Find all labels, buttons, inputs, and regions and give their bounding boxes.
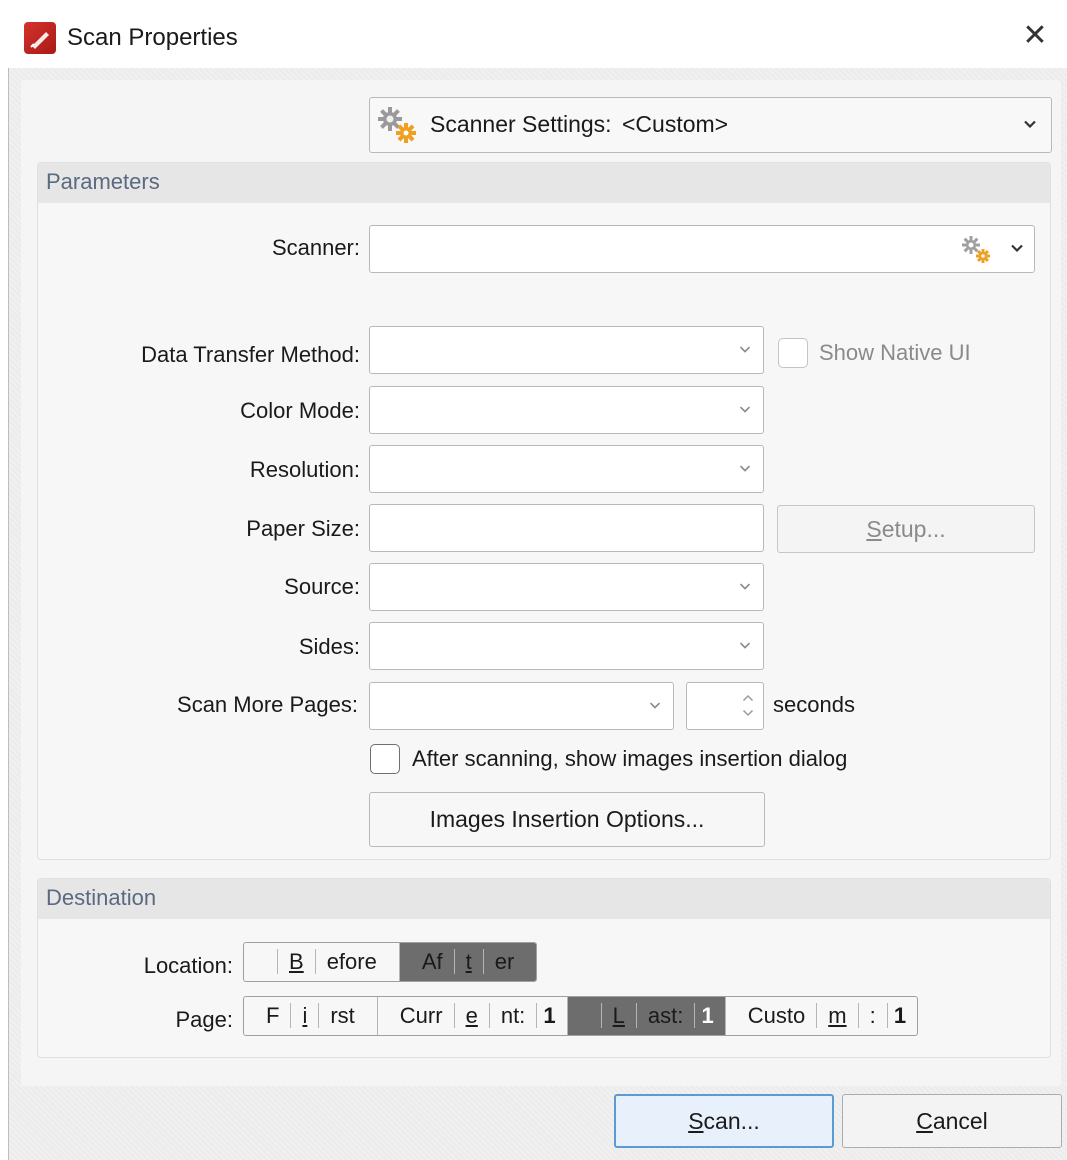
- scanner-label: Scanner:: [271, 235, 360, 260]
- chevron-down-icon: [739, 465, 751, 473]
- chevron-down-icon: [1023, 120, 1037, 130]
- page-last-option[interactable]: Last: 1: [567, 997, 726, 1035]
- scanner-dropdown[interactable]: [369, 225, 1035, 273]
- gears-icon: [376, 105, 422, 152]
- location-before-option[interactable]: Before: [244, 943, 400, 981]
- setup-button[interactable]: Setup...: [777, 505, 1035, 553]
- title-bar: Scan Properties ✕: [0, 0, 1067, 68]
- gears-icon: [960, 234, 994, 271]
- scanner-settings-label: Scanner Settings:: [430, 111, 612, 137]
- scan-more-pages-dropdown[interactable]: [369, 682, 674, 730]
- scan-button[interactable]: Scan...: [614, 1094, 834, 1148]
- chevron-down-icon: [649, 702, 661, 710]
- sides-label: Sides:: [298, 634, 360, 659]
- paper-size-field[interactable]: [369, 504, 764, 552]
- page-first-option[interactable]: Fi rst: [244, 997, 378, 1035]
- parameters-title: Parameters: [46, 169, 160, 194]
- window-title: Scan Properties: [67, 24, 238, 51]
- color-mode-dropdown[interactable]: [369, 386, 764, 434]
- chevron-down-icon: [739, 406, 751, 414]
- destination-title: Destination: [46, 885, 157, 910]
- chevron-down-icon: [739, 642, 751, 650]
- sides-dropdown[interactable]: [369, 622, 764, 670]
- show-native-ui-checkbox[interactable]: [778, 338, 808, 368]
- location-segmented-control: Before Af t er: [243, 942, 538, 982]
- spin-down-icon[interactable]: [742, 704, 754, 722]
- scanner-settings-value: <Custom>: [622, 111, 729, 137]
- after-scanning-label: After scanning, show images insertion di…: [412, 746, 848, 771]
- after-scanning-checkbox[interactable]: [370, 744, 400, 774]
- show-native-ui-label: Show Native UI: [819, 340, 971, 365]
- destination-header: Destination: [38, 879, 1050, 919]
- page-current-option[interactable]: Curr e nt: 1: [378, 997, 568, 1035]
- scanner-settings-dropdown[interactable]: Scanner Settings: <Custom>: [369, 97, 1052, 153]
- scan-more-pages-label: Scan More Pages:: [177, 692, 358, 717]
- color-mode-label: Color Mode:: [240, 398, 360, 423]
- resolution-label: Resolution:: [249, 457, 360, 482]
- source-dropdown[interactable]: [369, 563, 764, 611]
- seconds-spinner[interactable]: [686, 682, 764, 730]
- cancel-button[interactable]: Cancel: [842, 1094, 1062, 1148]
- page-custom-option[interactable]: Custo m: 1: [726, 997, 917, 1035]
- chevron-down-icon: [739, 583, 751, 591]
- paper-size-label: Paper Size:: [246, 516, 360, 541]
- data-transfer-dropdown[interactable]: [369, 326, 764, 374]
- location-after-option[interactable]: Af t er: [399, 943, 537, 981]
- source-label: Source:: [284, 574, 360, 599]
- resolution-dropdown[interactable]: [369, 445, 764, 493]
- chevron-down-icon: [1010, 244, 1024, 254]
- chevron-down-icon: [739, 346, 751, 354]
- parameters-header: Parameters: [38, 163, 1050, 203]
- data-transfer-label: Data Transfer Method:: [141, 342, 360, 367]
- images-insertion-options-button[interactable]: Images Insertion Options...: [369, 792, 765, 847]
- page-segmented-control: Fi rst Curr e nt: 1 Last: 1 Custo m: 1: [243, 996, 919, 1036]
- location-label: Location:: [143, 953, 233, 978]
- seconds-label: seconds: [773, 692, 855, 717]
- app-pdf-icon: [24, 22, 56, 54]
- close-icon[interactable]: ✕: [1017, 18, 1053, 54]
- page-label: Page:: [175, 1007, 234, 1032]
